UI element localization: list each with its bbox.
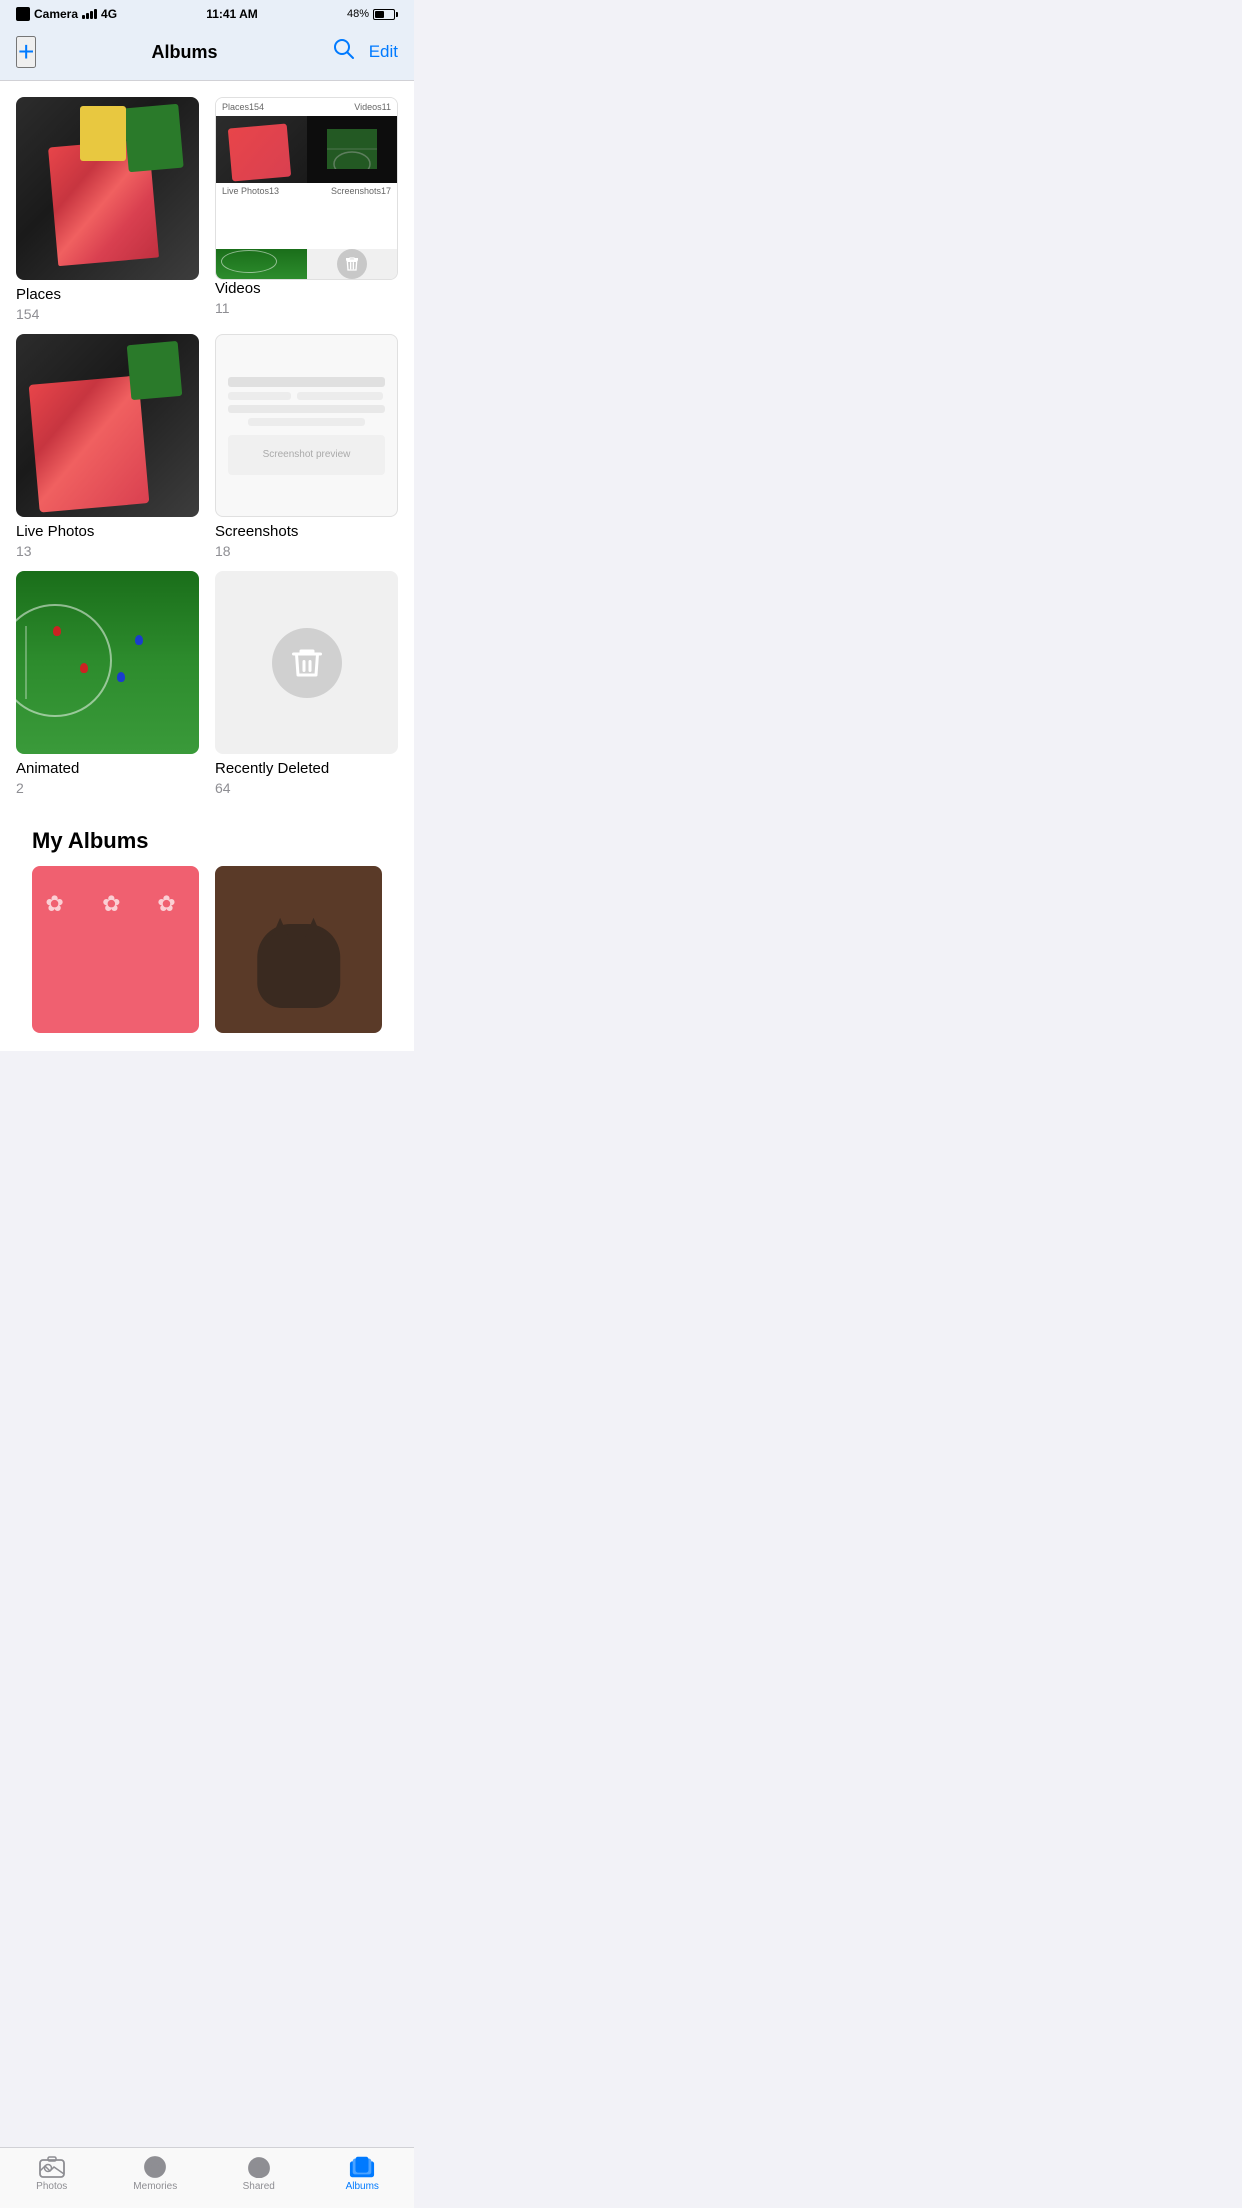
nav-bar: + Albums Edit	[0, 28, 414, 81]
album-videos-count: 11	[215, 300, 398, 316]
memories-tab-icon	[142, 2156, 168, 2178]
tab-memories-label: Memories	[133, 2181, 177, 2192]
camera-app-icon	[16, 7, 30, 21]
tab-albums-label: Albums	[346, 2181, 379, 2192]
trash-circle-icon	[272, 628, 342, 698]
album-livephotos[interactable]: Live Photos 13	[16, 334, 199, 559]
vm-live-label: Live Photos	[222, 186, 269, 247]
vm-cell-trash	[307, 249, 398, 279]
network-type: 4G	[101, 7, 117, 21]
my-albums-section: My Albums ✿ ✿ ✿	[16, 808, 398, 1051]
tab-photos[interactable]: Photos	[0, 2156, 104, 2192]
my-album-2[interactable]	[215, 866, 382, 1039]
album-recently-deleted[interactable]: Recently Deleted 64	[215, 571, 398, 796]
vm-videos-label: Videos	[354, 102, 381, 112]
vm-ss-label: Screenshots	[331, 186, 381, 247]
albums-tab-icon	[349, 2156, 375, 2178]
tab-shared[interactable]: Shared	[207, 2156, 311, 2192]
album-videos-thumbnail: Places 154 Videos 11	[215, 97, 398, 280]
battery-icon	[373, 9, 398, 20]
album-animated[interactable]: Animated 2	[16, 571, 199, 796]
signal-bars	[82, 9, 97, 19]
shared-tab-icon	[246, 2156, 272, 2178]
album-places-thumbnail	[16, 97, 199, 280]
albums-grid: Places 154 Places 154 Videos 11	[16, 97, 398, 808]
tab-photos-label: Photos	[36, 2181, 67, 2192]
tab-memories[interactable]: Memories	[104, 2156, 208, 2192]
album-livephotos-count: 13	[16, 543, 199, 559]
nav-actions: Edit	[333, 38, 398, 66]
vm-places-count: 154	[249, 102, 264, 112]
status-left: Camera 4G	[16, 7, 117, 21]
album-places[interactable]: Places 154	[16, 97, 199, 322]
album-deleted-thumbnail	[215, 571, 398, 754]
tab-albums[interactable]: Albums	[311, 2156, 415, 2192]
my-albums-header: My Albums	[16, 808, 398, 866]
album-animated-thumbnail	[16, 571, 199, 754]
my-albums-grid: ✿ ✿ ✿	[16, 866, 398, 1051]
album-videos[interactable]: Places 154 Videos 11	[215, 97, 398, 322]
album-livephotos-name: Live Photos	[16, 523, 199, 541]
album-places-name: Places	[16, 286, 199, 304]
album-animated-count: 2	[16, 780, 199, 796]
status-bar: Camera 4G 11:41 AM 48%	[0, 0, 414, 28]
album-places-count: 154	[16, 306, 199, 322]
edit-button[interactable]: Edit	[369, 42, 398, 62]
album-screenshots-name: Screenshots	[215, 523, 398, 541]
page-title: Albums	[152, 42, 218, 63]
status-time: 11:41 AM	[206, 7, 258, 21]
album-deleted-name: Recently Deleted	[215, 760, 398, 778]
album-videos-name: Videos	[215, 280, 398, 298]
vm-live-count: 13	[269, 186, 279, 247]
album-screenshots[interactable]: Screenshot preview Screenshots 18	[215, 334, 398, 559]
tab-bar: Photos Memories Shared	[0, 2147, 414, 2208]
vm-places-label: Places	[222, 102, 249, 112]
vm-cell-videos	[307, 116, 398, 183]
album-livephotos-thumbnail	[16, 334, 199, 517]
vm-cell-live	[216, 249, 307, 279]
search-button[interactable]	[333, 38, 355, 66]
album-deleted-count: 64	[215, 780, 398, 796]
main-content: Places 154 Places 154 Videos 11	[0, 81, 414, 1051]
tab-shared-label: Shared	[243, 2181, 275, 2192]
vm-videos-count: 11	[382, 102, 391, 112]
album-animated-name: Animated	[16, 760, 199, 778]
battery-percent: 48%	[347, 8, 369, 20]
vm-cell-places	[216, 116, 307, 183]
status-right: 48%	[347, 8, 398, 20]
album-screenshots-count: 18	[215, 543, 398, 559]
carrier-label: Camera	[34, 7, 78, 21]
my-album-1[interactable]: ✿ ✿ ✿	[32, 866, 199, 1039]
add-album-button[interactable]: +	[16, 36, 36, 68]
photos-tab-icon	[39, 2156, 65, 2178]
vm-ss-count: 17	[381, 186, 391, 247]
album-screenshots-thumbnail: Screenshot preview	[215, 334, 398, 517]
my-album-1-thumbnail: ✿ ✿ ✿	[32, 866, 199, 1033]
my-album-2-thumbnail	[215, 866, 382, 1033]
